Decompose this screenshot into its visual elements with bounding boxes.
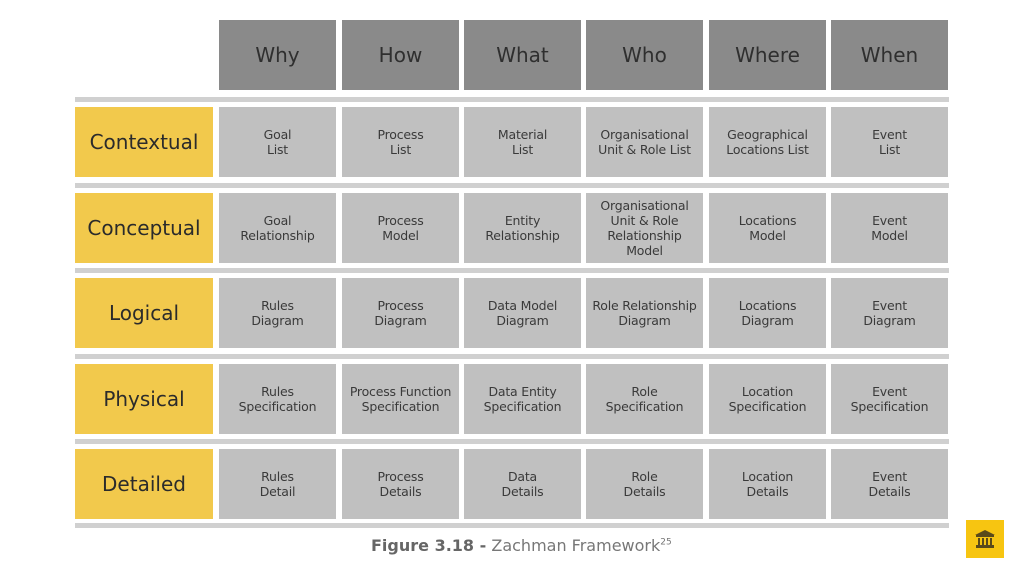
figure-title: Zachman Framework — [491, 536, 661, 555]
grid-cell: Geographical Locations List — [709, 107, 826, 177]
row-separator — [75, 268, 949, 273]
grid-cell: Goal List — [219, 107, 336, 177]
grid-cell: Rules Detail — [219, 449, 336, 519]
row-separator — [75, 354, 949, 359]
grid-cell: Goal Relationship — [219, 193, 336, 263]
grid-cell: Location Specification — [709, 364, 826, 434]
grid-cell: Entity Relationship — [464, 193, 581, 263]
grid-cell: Event Specification — [831, 364, 948, 434]
grid-cell: Material List — [464, 107, 581, 177]
grid-cell: Role Details — [586, 449, 703, 519]
grid-cell: Process Diagram — [342, 278, 459, 348]
row-separator — [75, 97, 949, 102]
grid-cell: Role Specification — [586, 364, 703, 434]
grid-cell: Locations Model — [709, 193, 826, 263]
grid-cell: Role Relationship Diagram — [586, 278, 703, 348]
institution-icon — [975, 530, 995, 548]
grid-cell: Rules Specification — [219, 364, 336, 434]
row-separator — [75, 183, 949, 188]
grid-cell: Event Details — [831, 449, 948, 519]
column-header-how: How — [342, 20, 459, 90]
grid-cell: Process Details — [342, 449, 459, 519]
grid-cell: Rules Diagram — [219, 278, 336, 348]
column-header-why: Why — [219, 20, 336, 90]
column-header-what: What — [464, 20, 581, 90]
grid-cell: Data Entity Specification — [464, 364, 581, 434]
row-separator — [75, 439, 949, 444]
grid-cell: Process List — [342, 107, 459, 177]
column-header-who: Who — [586, 20, 703, 90]
grid-cell: Organisational Unit & Role Relationship … — [586, 193, 703, 263]
institution-badge-button[interactable] — [966, 520, 1004, 558]
column-header-where: Where — [709, 20, 826, 90]
grid-cell: Location Details — [709, 449, 826, 519]
figure-number: Figure 3.18 - — [371, 536, 487, 555]
grid-cell: Organisational Unit & Role List — [586, 107, 703, 177]
grid-cell: Data Model Diagram — [464, 278, 581, 348]
column-header-when: When — [831, 20, 948, 90]
grid-cell: Data Details — [464, 449, 581, 519]
figure-caption: Figure 3.18 - Zachman Framework25 — [371, 536, 672, 555]
grid-cell: Process Model — [342, 193, 459, 263]
grid-cell: Event Diagram — [831, 278, 948, 348]
row-separator — [75, 523, 949, 528]
row-label-contextual: Contextual — [75, 107, 213, 177]
row-label-detailed: Detailed — [75, 449, 213, 519]
grid-cell: Process Function Specification — [342, 364, 459, 434]
grid-cell: Event Model — [831, 193, 948, 263]
grid-cell: Event List — [831, 107, 948, 177]
row-label-conceptual: Conceptual — [75, 193, 213, 263]
grid-cell: Locations Diagram — [709, 278, 826, 348]
footnote-marker: 25 — [660, 537, 672, 548]
row-label-logical: Logical — [75, 278, 213, 348]
row-label-physical: Physical — [75, 364, 213, 434]
